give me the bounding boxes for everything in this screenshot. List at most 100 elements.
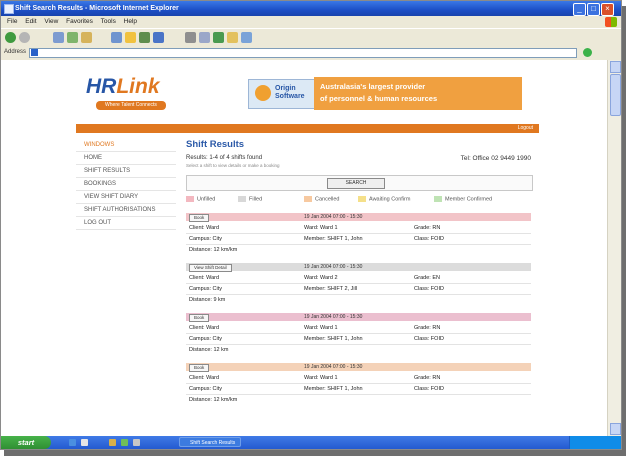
- shift-class: Class: FOID: [414, 286, 444, 292]
- refresh-icon[interactable]: [67, 32, 78, 43]
- shift-book-button[interactable]: Book: [189, 364, 210, 372]
- taskbar-window-item[interactable]: Shift Search Results: [179, 437, 241, 447]
- media-quicklaunch-icon[interactable]: [121, 439, 128, 446]
- messenger-icon[interactable]: [241, 32, 252, 43]
- legend-swatch: [238, 196, 246, 202]
- row-divider: [186, 233, 531, 234]
- stop-icon[interactable]: [53, 32, 64, 43]
- shift-date: 19 Jan 2004 07:00 - 15:30: [304, 214, 363, 220]
- shift-member: Member: SHIFT 1, John: [304, 386, 363, 392]
- print-icon[interactable]: [199, 32, 210, 43]
- windows-logo-icon: [605, 17, 617, 27]
- nav-strip: Logout: [76, 124, 539, 133]
- address-input[interactable]: [29, 48, 577, 58]
- results-summary: Results: 1-4 of 4 shifts found: [186, 155, 263, 161]
- app-quicklaunch-icon[interactable]: [133, 439, 140, 446]
- ie-quicklaunch-icon[interactable]: [69, 439, 76, 446]
- shift-client: Client: Ward: [189, 375, 220, 381]
- shift-grade: Grade: RN: [414, 375, 441, 381]
- tagline-line-2: of personnel & human resources: [320, 94, 438, 103]
- leftnav-item-authorisations[interactable]: SHIFT AUTHORISATIONS: [76, 204, 176, 217]
- shift-header: Book 19 Jan 2004 07:00 - 15:30: [186, 313, 531, 322]
- close-button[interactable]: ×: [601, 3, 614, 16]
- home-icon[interactable]: [81, 32, 92, 43]
- legend-confirmed: Member Confirmed: [434, 196, 492, 202]
- row-divider: [186, 383, 531, 384]
- menu-file[interactable]: File: [7, 18, 17, 25]
- shift-header: Book 19 Jan 2004 07:00 - 15:30: [186, 213, 531, 222]
- status-legend: Unfilled Filled Cancelled Awaiting Confi…: [186, 195, 531, 205]
- leftnav-item-shift-diary[interactable]: VIEW SHIFT DIARY: [76, 191, 176, 204]
- shift-grade: Grade: EN: [414, 275, 440, 281]
- shift-book-button[interactable]: Book: [189, 314, 210, 322]
- shift-book-button[interactable]: Book: [189, 214, 210, 222]
- search-icon[interactable]: [111, 32, 122, 43]
- outlook-quicklaunch-icon[interactable]: [109, 439, 116, 446]
- shift-grade: Grade: RN: [414, 325, 441, 331]
- row-divider: [186, 283, 531, 284]
- minimize-button[interactable]: _: [573, 3, 586, 16]
- page-viewport: HRLink Where Talent Connects Origin Soft…: [1, 60, 607, 436]
- leftnav-item-logout[interactable]: LOG OUT: [76, 217, 176, 230]
- legend-unfilled: Unfilled: [186, 196, 215, 202]
- vertical-scrollbar[interactable]: [607, 60, 621, 436]
- legend-filled: Filled: [238, 196, 262, 202]
- menu-tools[interactable]: Tools: [101, 18, 116, 25]
- page-icon: [31, 49, 38, 56]
- shift-campus: Campus: City: [189, 336, 223, 342]
- shift-member: Member: SHIFT 1, John: [304, 336, 363, 342]
- tagline-line-1: Australasia's largest provider: [320, 82, 426, 91]
- hrlink-page: HRLink Where Talent Connects Origin Soft…: [76, 67, 539, 436]
- start-button[interactable]: start: [1, 436, 51, 449]
- banner-tagline: Australasia's largest provider of person…: [314, 77, 522, 110]
- media-icon[interactable]: [139, 32, 150, 43]
- shift-view-button[interactable]: View Shift Detail: [189, 264, 232, 272]
- logout-link[interactable]: Logout: [518, 125, 533, 131]
- shift-campus: Campus: City: [189, 386, 223, 392]
- forward-icon[interactable]: [19, 32, 30, 43]
- leftnav-header: WINDOWS: [76, 139, 176, 152]
- address-label: Address: [4, 49, 27, 55]
- mail-icon[interactable]: [185, 32, 196, 43]
- search-button[interactable]: SEARCH: [327, 178, 385, 189]
- window-title: Shift Search Results - Microsoft Interne…: [15, 5, 179, 12]
- title-bar[interactable]: Shift Search Results - Microsoft Interne…: [1, 1, 621, 16]
- shift-class: Class: FOID: [414, 336, 444, 342]
- row-divider: [186, 394, 531, 395]
- history-icon[interactable]: [153, 32, 164, 43]
- shift-ward: Ward: Ward 2: [304, 275, 338, 281]
- menu-favorites[interactable]: Favorites: [66, 18, 93, 25]
- shift-member: Member: SHIFT 2, Jill: [304, 286, 358, 292]
- legend-awaiting: Awaiting Confirm: [358, 196, 410, 202]
- ie-icon: [4, 4, 14, 14]
- scroll-up-icon[interactable]: [610, 61, 621, 73]
- scroll-down-icon[interactable]: [610, 423, 621, 435]
- results-panel: Shift Results Results: 1-4 of 4 shifts f…: [186, 139, 533, 403]
- menu-bar: File Edit View Favorites Tools Help: [1, 16, 621, 28]
- favorites-icon[interactable]: [125, 32, 136, 43]
- discuss-icon[interactable]: [227, 32, 238, 43]
- toolbar: [1, 28, 621, 47]
- desktop-quicklaunch-icon[interactable]: [81, 439, 88, 446]
- row-divider: [186, 344, 531, 345]
- search-area: SEARCH: [186, 175, 533, 191]
- logo-wordmark: HRLink: [86, 75, 160, 98]
- partner-logo-icon: [255, 85, 271, 101]
- shift-client: Client: Ward: [189, 225, 220, 231]
- shift-date: 19 Jan 2004 07:00 - 15:30: [304, 314, 363, 320]
- go-button[interactable]: [583, 47, 605, 57]
- legend-swatch: [304, 196, 312, 202]
- edit-icon[interactable]: [213, 32, 224, 43]
- leftnav-item-shift-results[interactable]: SHIFT RESULTS: [76, 165, 176, 178]
- page-title: Shift Results: [186, 139, 245, 150]
- maximize-button[interactable]: □: [587, 3, 600, 16]
- back-icon[interactable]: [5, 32, 16, 43]
- menu-edit[interactable]: Edit: [25, 18, 36, 25]
- leftnav-item-home[interactable]: HOME: [76, 152, 176, 165]
- leftnav-item-bookings[interactable]: BOOKINGS: [76, 178, 176, 191]
- hrlink-logo[interactable]: HRLink Where Talent Connects: [86, 75, 166, 115]
- menu-view[interactable]: View: [44, 18, 58, 25]
- scroll-thumb[interactable]: [610, 74, 621, 116]
- menu-help[interactable]: Help: [124, 18, 137, 25]
- shift-distance: Distance: 12 km: [189, 347, 229, 353]
